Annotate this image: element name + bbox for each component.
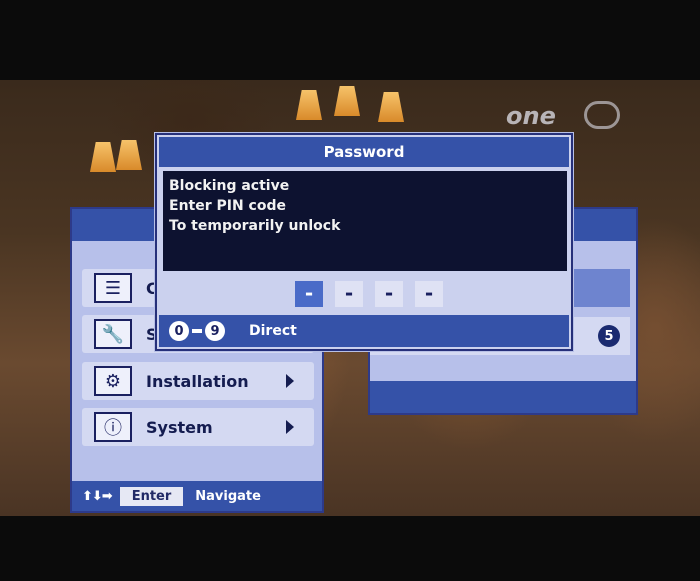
lamp-2 bbox=[116, 140, 142, 170]
wrench-icon: 🔧 bbox=[94, 319, 132, 349]
menu-item-system[interactable]: ⓘ System bbox=[82, 408, 314, 446]
lamp-1 bbox=[90, 142, 116, 172]
lamp-5 bbox=[378, 92, 404, 122]
key-9-icon: 9 bbox=[205, 321, 225, 341]
message-line-1: Blocking active bbox=[169, 178, 290, 194]
lamp-3 bbox=[296, 90, 322, 120]
enter-key[interactable]: Enter bbox=[119, 486, 184, 506]
pin-digit-2[interactable]: - bbox=[335, 281, 363, 307]
pin-digit-1[interactable]: - bbox=[295, 281, 323, 307]
menu-item-installation[interactable]: ⚙ Installation bbox=[82, 362, 314, 400]
menu-item-system-label: System bbox=[146, 417, 213, 437]
chevron-right-icon bbox=[286, 374, 294, 388]
key-0-icon: 0 bbox=[169, 321, 189, 341]
chevron-right-icon bbox=[286, 420, 294, 434]
channel-logo: one bbox=[506, 102, 556, 130]
navigation-arrows-icon: ⬆⬇➡ bbox=[82, 488, 113, 504]
password-dialog: Password Blocking active Enter PIN code … bbox=[155, 133, 573, 351]
sub-menu-footer bbox=[370, 381, 636, 413]
pin-digit-3[interactable]: - bbox=[375, 281, 403, 307]
channel-emblem-icon bbox=[584, 101, 620, 129]
direct-label: Direct bbox=[249, 323, 297, 339]
main-menu-footer: ⬆⬇➡ Enter Navigate bbox=[72, 481, 322, 511]
range-dash bbox=[192, 329, 202, 333]
navigate-label: Navigate bbox=[195, 488, 261, 504]
message-line-3: To temporarily unlock bbox=[169, 218, 341, 234]
message-line-2: Enter PIN code bbox=[169, 198, 286, 214]
pin-entry[interactable]: - - - - bbox=[157, 277, 571, 307]
gears-icon: ⚙ bbox=[94, 366, 132, 396]
dialog-title: Password bbox=[159, 137, 569, 167]
lamp-4 bbox=[334, 86, 360, 116]
menu-item-installation-label: Installation bbox=[146, 371, 249, 391]
number-badge: 5 bbox=[598, 325, 620, 347]
dialog-footer: 0 9 Direct bbox=[159, 315, 569, 347]
pin-digit-4[interactable]: - bbox=[415, 281, 443, 307]
info-icon: ⓘ bbox=[94, 412, 132, 442]
list-icon: ☰ bbox=[94, 273, 132, 303]
dialog-message: Blocking active Enter PIN code To tempor… bbox=[163, 171, 567, 271]
